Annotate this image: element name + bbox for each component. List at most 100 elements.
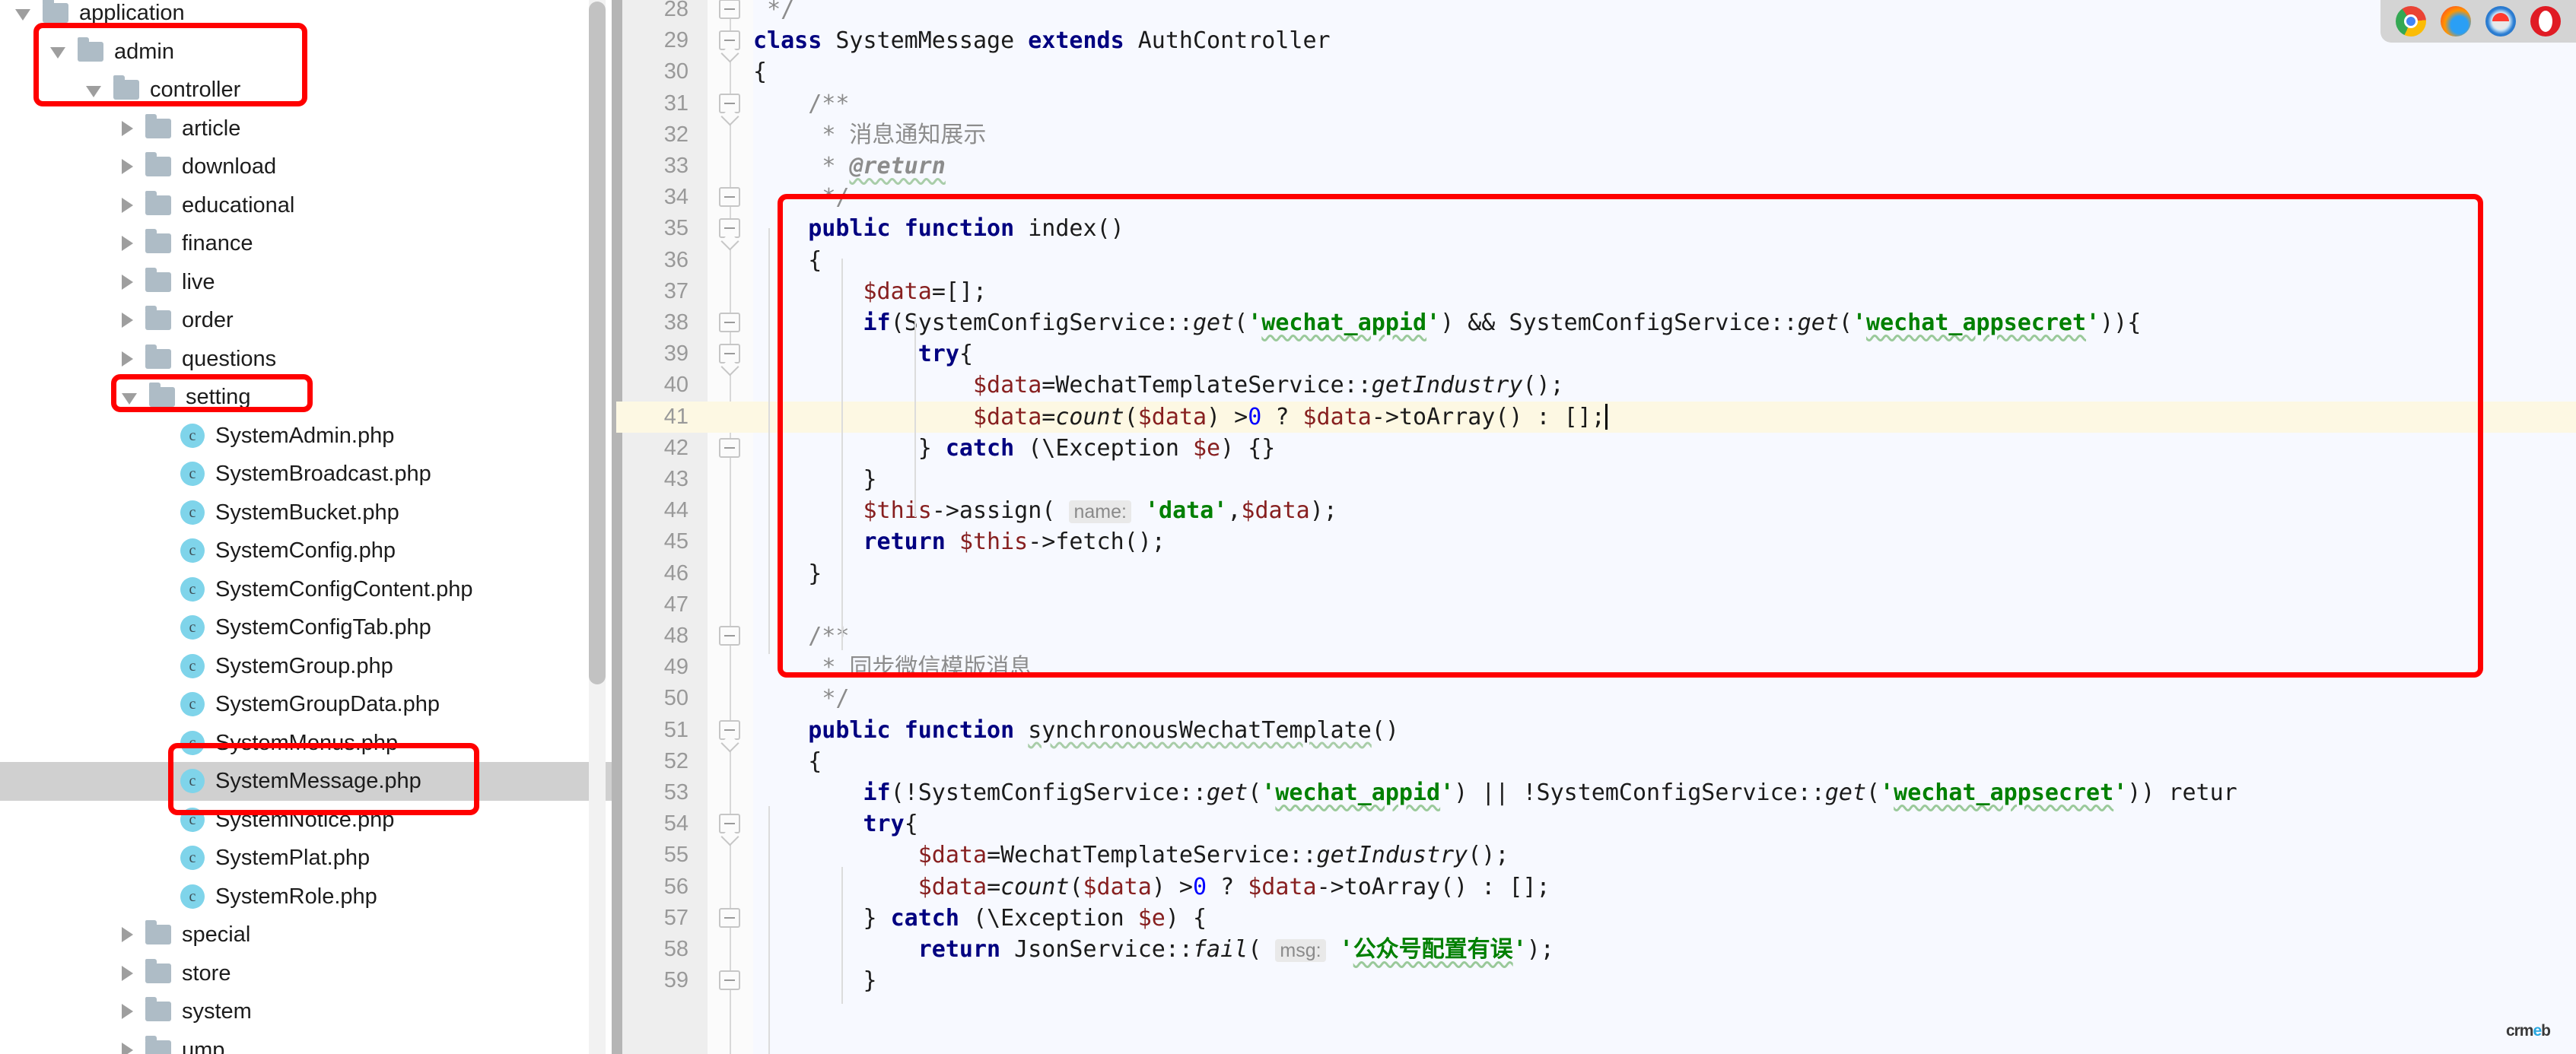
code-fold-toggle-icon[interactable] — [719, 970, 740, 991]
tree-file-systemnotice-php[interactable]: c SystemNotice.php — [0, 801, 616, 840]
tree-scrollbar-thumb[interactable] — [589, 2, 606, 684]
code-line[interactable]: 47 — [616, 589, 2576, 621]
code-line[interactable]: 56 $data=count($data) >0 ? $data->toArra… — [616, 871, 2576, 903]
tree-file-systembroadcast-php[interactable]: c SystemBroadcast.php — [0, 455, 616, 494]
code-line[interactable]: 49 * 同步微信模版消息 — [616, 652, 2576, 683]
tree-folder-controller[interactable]: controller — [0, 71, 616, 110]
tree-file-systemrole-php[interactable]: c SystemRole.php — [0, 878, 616, 916]
firefox-icon[interactable] — [2440, 6, 2471, 37]
code-editor[interactable]: 28 */ 29 class SystemMessage extends AuthC… — [616, 0, 2576, 1054]
code-line[interactable]: 48 /** — [616, 621, 2576, 652]
tree-folder-special[interactable]: special — [0, 916, 616, 954]
code-line[interactable]: 35 public function index() — [616, 213, 2576, 244]
chevron-down-icon[interactable] — [15, 8, 30, 21]
code-fold-toggle-icon[interactable] — [719, 187, 740, 208]
tree-file-systemconfig-php[interactable]: c SystemConfig.php — [0, 532, 616, 570]
tree-folder-educational[interactable]: educational — [0, 186, 616, 225]
safari-icon[interactable] — [2485, 6, 2517, 37]
code-line[interactable]: 43 } — [616, 464, 2576, 495]
tree-node-label: SystemGroupData.php — [215, 692, 440, 716]
code-line[interactable]: 55 $data=WechatTemplateService::getIndus… — [616, 840, 2576, 871]
code-fold-toggle-icon[interactable] — [719, 626, 740, 646]
code-fold-toggle-icon[interactable] — [719, 814, 740, 834]
tree-file-systemgroup-php[interactable]: c SystemGroup.php — [0, 647, 616, 686]
code-fold-toggle-icon[interactable] — [719, 907, 740, 928]
chevron-right-icon[interactable] — [122, 120, 133, 136]
chevron-right-icon[interactable] — [122, 197, 133, 213]
tree-file-systemconfigtab-php[interactable]: c SystemConfigTab.php — [0, 608, 616, 647]
tree-folder-order[interactable]: order — [0, 301, 616, 340]
tree-file-systemgroupdata-php[interactable]: c SystemGroupData.php — [0, 685, 616, 724]
tree-folder-system[interactable]: system — [0, 992, 616, 1031]
code-line[interactable]: 39 try{ — [616, 338, 2576, 370]
code-line[interactable]: 57 } catch (\Exception $e) { — [616, 903, 2576, 934]
code-fold-toggle-icon[interactable] — [719, 30, 740, 51]
code-line[interactable]: 41 $data=count($data) >0 ? $data->toArra… — [616, 401, 2576, 433]
tree-file-systemconfigcontent-php[interactable]: c SystemConfigContent.php — [0, 570, 616, 609]
code-text: * @return — [822, 153, 946, 179]
chevron-down-icon[interactable] — [86, 85, 101, 97]
tree-node-label: admin — [114, 39, 174, 64]
tree-file-systemplat-php[interactable]: c SystemPlat.php — [0, 839, 616, 878]
tree-folder-application[interactable]: application — [0, 0, 616, 33]
code-line[interactable]: 45 return $this->fetch(); — [616, 526, 2576, 557]
code-line[interactable]: 53 if(!SystemConfigService::get('wechat_… — [616, 777, 2576, 808]
browser-icon-bar[interactable] — [2380, 0, 2576, 43]
code-fold-toggle-icon[interactable] — [719, 437, 740, 458]
code-line[interactable]: 34 */ — [616, 182, 2576, 213]
tree-file-systemmenus-php[interactable]: c SystemMenus.php — [0, 724, 616, 763]
code-line[interactable]: 29 class SystemMessage extends AuthContro… — [616, 25, 2576, 56]
chrome-icon[interactable] — [2395, 6, 2426, 37]
code-fold-toggle-icon[interactable] — [719, 0, 740, 19]
chevron-right-icon[interactable] — [122, 274, 133, 290]
code-fold-toggle-icon[interactable] — [719, 313, 740, 332]
tree-folder-store[interactable]: store — [0, 954, 616, 993]
code-line[interactable]: 40 $data=WechatTemplateService::getIndus… — [616, 370, 2576, 401]
code-line[interactable]: 31 /** — [616, 88, 2576, 119]
code-line[interactable]: 51 public function synchronousWechatTemp… — [616, 715, 2576, 746]
code-line[interactable]: 46 } — [616, 558, 2576, 589]
tree-folder-finance[interactable]: finance — [0, 224, 616, 263]
code-line[interactable]: 54 try{ — [616, 808, 2576, 840]
code-line[interactable]: 59 } — [616, 965, 2576, 996]
chevron-down-icon[interactable] — [50, 47, 65, 59]
code-line[interactable]: 42 } catch (\Exception $e) {} — [616, 433, 2576, 464]
code-line[interactable]: 30 { — [616, 56, 2576, 87]
tree-file-systemmessage-php[interactable]: c SystemMessage.php — [0, 762, 616, 801]
code-line[interactable]: 38 if(SystemConfigService::get('wechat_a… — [616, 307, 2576, 338]
tree-folder-download[interactable]: download — [0, 148, 616, 186]
chevron-right-icon[interactable] — [122, 351, 133, 367]
project-tree-panel[interactable]: application admin controller article downloa… — [0, 0, 616, 1054]
code-line[interactable]: 32 * 消息通知展示 — [616, 119, 2576, 151]
code-line[interactable]: 50 */ — [616, 683, 2576, 714]
code-fold-toggle-icon[interactable] — [719, 344, 740, 364]
tree-folder-live[interactable]: live — [0, 263, 616, 302]
tree-file-systembucket-php[interactable]: c SystemBucket.php — [0, 494, 616, 532]
code-line[interactable]: 52 { — [616, 746, 2576, 777]
code-fold-toggle-icon[interactable] — [719, 218, 740, 239]
tree-file-systemadmin-php[interactable]: c SystemAdmin.php — [0, 417, 616, 456]
code-line[interactable]: 36 { — [616, 245, 2576, 276]
code-fold-toggle-icon[interactable] — [719, 93, 740, 113]
code-line[interactable]: 28 */ — [616, 0, 2576, 25]
code-line[interactable]: 44 $this->assign( name: 'data',$data); — [616, 495, 2576, 526]
code-line[interactable]: 33 * @return — [616, 151, 2576, 182]
chevron-right-icon[interactable] — [122, 1042, 133, 1054]
chevron-right-icon[interactable] — [122, 927, 133, 943]
tree-folder-admin[interactable]: admin — [0, 33, 616, 71]
tree-folder-setting[interactable]: setting — [0, 378, 616, 417]
chevron-right-icon[interactable] — [122, 1004, 133, 1020]
code-fold-toggle-icon[interactable] — [719, 719, 740, 740]
code-line[interactable]: 58 return JsonService::fail( msg: '公众号配置… — [616, 934, 2576, 965]
chevron-right-icon[interactable] — [122, 313, 133, 329]
code-text: /** — [808, 90, 850, 117]
tree-folder-article[interactable]: article — [0, 110, 616, 148]
tree-folder-questions[interactable]: questions — [0, 340, 616, 379]
tree-folder-ump[interactable]: ump — [0, 1031, 616, 1054]
chevron-down-icon[interactable] — [122, 392, 137, 405]
code-line[interactable]: 37 $data=[]; — [616, 276, 2576, 307]
chevron-right-icon[interactable] — [122, 236, 133, 252]
chevron-right-icon[interactable] — [122, 965, 133, 981]
opera-icon[interactable] — [2530, 6, 2562, 37]
chevron-right-icon[interactable] — [122, 159, 133, 175]
